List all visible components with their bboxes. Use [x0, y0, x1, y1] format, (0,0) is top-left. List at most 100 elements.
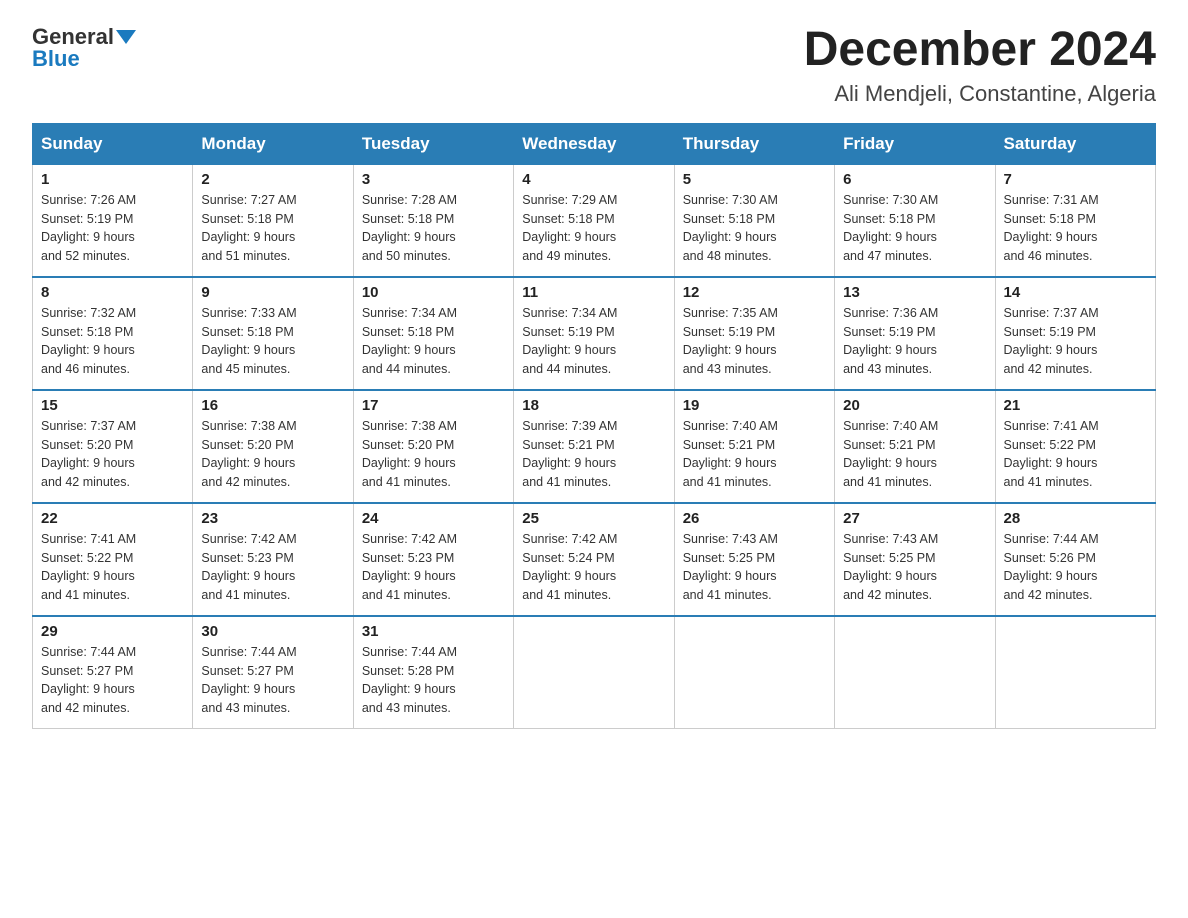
logo-blue-text: Blue	[32, 46, 80, 72]
day-info: Sunrise: 7:43 AMSunset: 5:25 PMDaylight:…	[683, 532, 778, 602]
calendar-cell: 10 Sunrise: 7:34 AMSunset: 5:18 PMDaylig…	[353, 277, 513, 390]
day-number: 3	[362, 171, 505, 188]
week-row-5: 29 Sunrise: 7:44 AMSunset: 5:27 PMDaylig…	[33, 616, 1156, 729]
calendar-cell: 23 Sunrise: 7:42 AMSunset: 5:23 PMDaylig…	[193, 503, 353, 616]
calendar-cell: 20 Sunrise: 7:40 AMSunset: 5:21 PMDaylig…	[835, 390, 995, 503]
day-info: Sunrise: 7:44 AMSunset: 5:27 PMDaylight:…	[201, 645, 296, 715]
day-number: 26	[683, 510, 826, 527]
day-info: Sunrise: 7:44 AMSunset: 5:28 PMDaylight:…	[362, 645, 457, 715]
day-number: 10	[362, 284, 505, 301]
calendar-cell: 4 Sunrise: 7:29 AMSunset: 5:18 PMDayligh…	[514, 164, 674, 277]
day-info: Sunrise: 7:44 AMSunset: 5:26 PMDaylight:…	[1004, 532, 1099, 602]
calendar-header: SundayMondayTuesdayWednesdayThursdayFrid…	[33, 123, 1156, 164]
logo: General Blue	[32, 24, 136, 72]
calendar-cell: 26 Sunrise: 7:43 AMSunset: 5:25 PMDaylig…	[674, 503, 834, 616]
calendar-cell: 14 Sunrise: 7:37 AMSunset: 5:19 PMDaylig…	[995, 277, 1155, 390]
header-day-sunday: Sunday	[33, 123, 193, 164]
day-info: Sunrise: 7:32 AMSunset: 5:18 PMDaylight:…	[41, 306, 136, 376]
calendar-cell: 13 Sunrise: 7:36 AMSunset: 5:19 PMDaylig…	[835, 277, 995, 390]
day-number: 20	[843, 397, 986, 414]
day-number: 21	[1004, 397, 1147, 414]
day-number: 6	[843, 171, 986, 188]
header-row: SundayMondayTuesdayWednesdayThursdayFrid…	[33, 123, 1156, 164]
header: General Blue December 2024 Ali Mendjeli,…	[32, 24, 1156, 107]
calendar-cell: 3 Sunrise: 7:28 AMSunset: 5:18 PMDayligh…	[353, 164, 513, 277]
header-day-friday: Friday	[835, 123, 995, 164]
day-number: 12	[683, 284, 826, 301]
day-info: Sunrise: 7:30 AMSunset: 5:18 PMDaylight:…	[683, 193, 778, 263]
calendar-cell	[514, 616, 674, 729]
day-number: 29	[41, 623, 184, 640]
day-number: 23	[201, 510, 344, 527]
day-info: Sunrise: 7:43 AMSunset: 5:25 PMDaylight:…	[843, 532, 938, 602]
day-info: Sunrise: 7:40 AMSunset: 5:21 PMDaylight:…	[683, 419, 778, 489]
day-info: Sunrise: 7:36 AMSunset: 5:19 PMDaylight:…	[843, 306, 938, 376]
day-number: 30	[201, 623, 344, 640]
calendar-cell: 12 Sunrise: 7:35 AMSunset: 5:19 PMDaylig…	[674, 277, 834, 390]
day-number: 22	[41, 510, 184, 527]
calendar-cell: 11 Sunrise: 7:34 AMSunset: 5:19 PMDaylig…	[514, 277, 674, 390]
day-number: 19	[683, 397, 826, 414]
day-info: Sunrise: 7:41 AMSunset: 5:22 PMDaylight:…	[1004, 419, 1099, 489]
calendar-cell: 29 Sunrise: 7:44 AMSunset: 5:27 PMDaylig…	[33, 616, 193, 729]
header-day-wednesday: Wednesday	[514, 123, 674, 164]
calendar-cell: 28 Sunrise: 7:44 AMSunset: 5:26 PMDaylig…	[995, 503, 1155, 616]
day-info: Sunrise: 7:42 AMSunset: 5:23 PMDaylight:…	[362, 532, 457, 602]
day-info: Sunrise: 7:37 AMSunset: 5:19 PMDaylight:…	[1004, 306, 1099, 376]
day-number: 27	[843, 510, 986, 527]
calendar-cell: 22 Sunrise: 7:41 AMSunset: 5:22 PMDaylig…	[33, 503, 193, 616]
day-info: Sunrise: 7:34 AMSunset: 5:18 PMDaylight:…	[362, 306, 457, 376]
calendar-cell: 1 Sunrise: 7:26 AMSunset: 5:19 PMDayligh…	[33, 164, 193, 277]
calendar-cell: 15 Sunrise: 7:37 AMSunset: 5:20 PMDaylig…	[33, 390, 193, 503]
day-info: Sunrise: 7:44 AMSunset: 5:27 PMDaylight:…	[41, 645, 136, 715]
calendar-cell: 31 Sunrise: 7:44 AMSunset: 5:28 PMDaylig…	[353, 616, 513, 729]
day-info: Sunrise: 7:38 AMSunset: 5:20 PMDaylight:…	[201, 419, 296, 489]
header-day-tuesday: Tuesday	[353, 123, 513, 164]
day-number: 7	[1004, 171, 1147, 188]
header-day-thursday: Thursday	[674, 123, 834, 164]
day-info: Sunrise: 7:42 AMSunset: 5:24 PMDaylight:…	[522, 532, 617, 602]
calendar-cell: 7 Sunrise: 7:31 AMSunset: 5:18 PMDayligh…	[995, 164, 1155, 277]
day-number: 15	[41, 397, 184, 414]
day-info: Sunrise: 7:41 AMSunset: 5:22 PMDaylight:…	[41, 532, 136, 602]
calendar-cell: 21 Sunrise: 7:41 AMSunset: 5:22 PMDaylig…	[995, 390, 1155, 503]
calendar-cell	[835, 616, 995, 729]
calendar-cell: 27 Sunrise: 7:43 AMSunset: 5:25 PMDaylig…	[835, 503, 995, 616]
logo-triangle-icon	[116, 30, 136, 44]
calendar-cell: 24 Sunrise: 7:42 AMSunset: 5:23 PMDaylig…	[353, 503, 513, 616]
calendar-cell	[674, 616, 834, 729]
day-number: 25	[522, 510, 665, 527]
day-number: 24	[362, 510, 505, 527]
header-day-monday: Monday	[193, 123, 353, 164]
day-info: Sunrise: 7:26 AMSunset: 5:19 PMDaylight:…	[41, 193, 136, 263]
calendar-cell: 16 Sunrise: 7:38 AMSunset: 5:20 PMDaylig…	[193, 390, 353, 503]
calendar-cell	[995, 616, 1155, 729]
day-number: 28	[1004, 510, 1147, 527]
day-info: Sunrise: 7:34 AMSunset: 5:19 PMDaylight:…	[522, 306, 617, 376]
day-number: 5	[683, 171, 826, 188]
day-number: 31	[362, 623, 505, 640]
calendar-cell: 8 Sunrise: 7:32 AMSunset: 5:18 PMDayligh…	[33, 277, 193, 390]
day-number: 9	[201, 284, 344, 301]
day-info: Sunrise: 7:29 AMSunset: 5:18 PMDaylight:…	[522, 193, 617, 263]
day-number: 1	[41, 171, 184, 188]
calendar-cell: 2 Sunrise: 7:27 AMSunset: 5:18 PMDayligh…	[193, 164, 353, 277]
day-info: Sunrise: 7:33 AMSunset: 5:18 PMDaylight:…	[201, 306, 296, 376]
week-row-4: 22 Sunrise: 7:41 AMSunset: 5:22 PMDaylig…	[33, 503, 1156, 616]
day-info: Sunrise: 7:30 AMSunset: 5:18 PMDaylight:…	[843, 193, 938, 263]
day-info: Sunrise: 7:31 AMSunset: 5:18 PMDaylight:…	[1004, 193, 1099, 263]
day-number: 17	[362, 397, 505, 414]
day-info: Sunrise: 7:28 AMSunset: 5:18 PMDaylight:…	[362, 193, 457, 263]
calendar-body: 1 Sunrise: 7:26 AMSunset: 5:19 PMDayligh…	[33, 164, 1156, 728]
calendar-subtitle: Ali Mendjeli, Constantine, Algeria	[804, 81, 1156, 107]
calendar-table: SundayMondayTuesdayWednesdayThursdayFrid…	[32, 123, 1156, 729]
calendar-cell: 30 Sunrise: 7:44 AMSunset: 5:27 PMDaylig…	[193, 616, 353, 729]
day-number: 16	[201, 397, 344, 414]
day-info: Sunrise: 7:35 AMSunset: 5:19 PMDaylight:…	[683, 306, 778, 376]
day-info: Sunrise: 7:27 AMSunset: 5:18 PMDaylight:…	[201, 193, 296, 263]
day-number: 8	[41, 284, 184, 301]
calendar-cell: 9 Sunrise: 7:33 AMSunset: 5:18 PMDayligh…	[193, 277, 353, 390]
day-info: Sunrise: 7:39 AMSunset: 5:21 PMDaylight:…	[522, 419, 617, 489]
day-number: 4	[522, 171, 665, 188]
day-info: Sunrise: 7:40 AMSunset: 5:21 PMDaylight:…	[843, 419, 938, 489]
